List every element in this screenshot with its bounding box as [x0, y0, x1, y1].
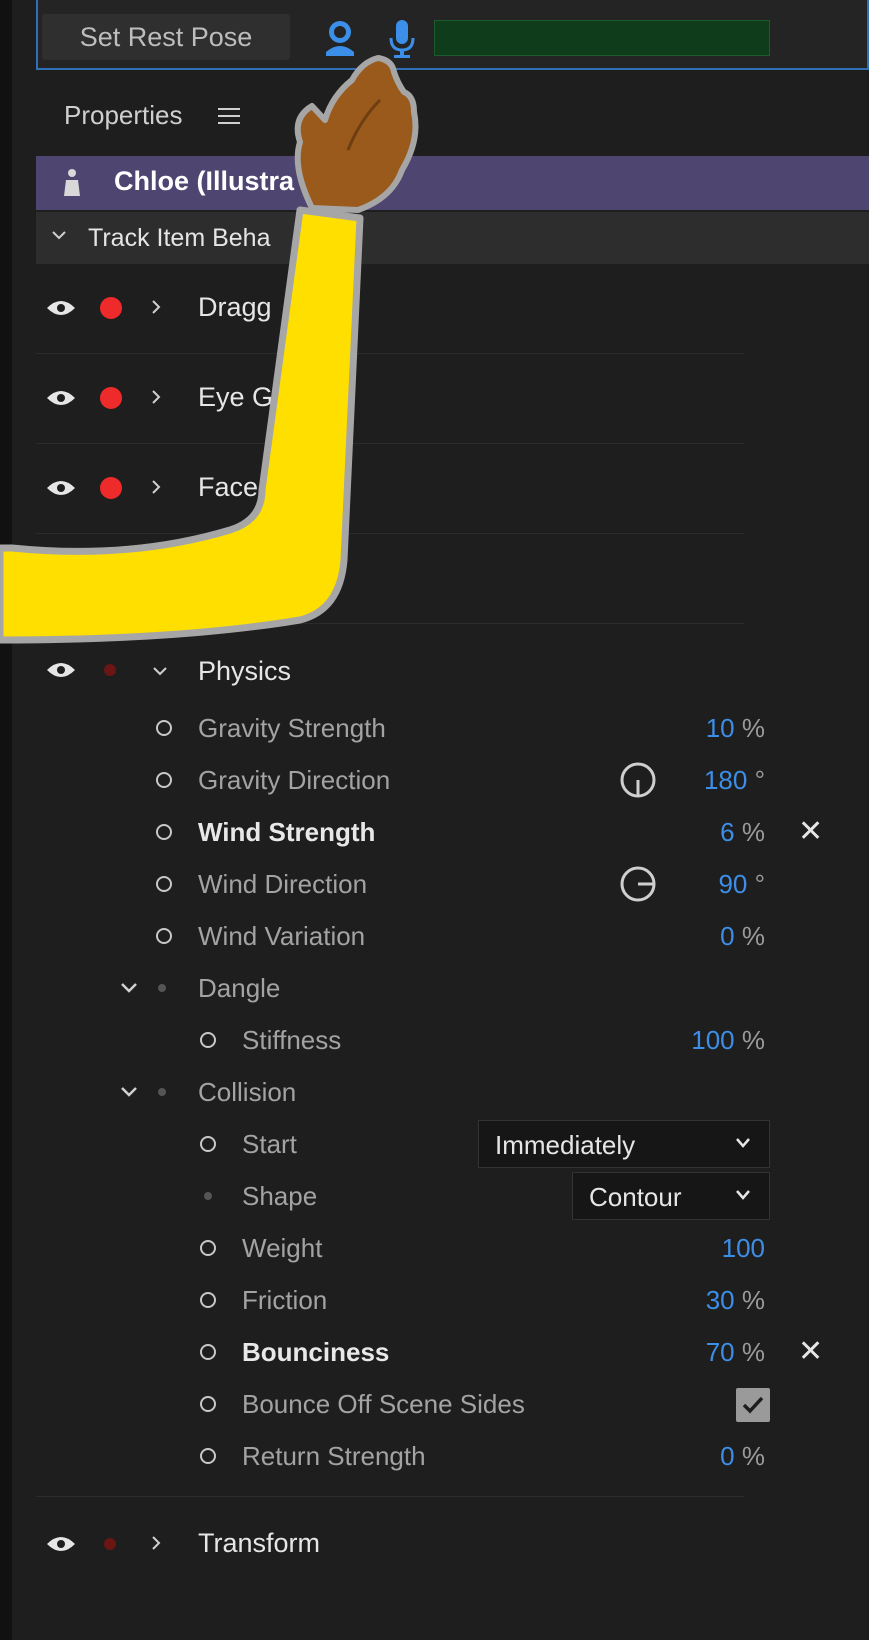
status-dot [158, 984, 166, 992]
keyframe-circle-icon[interactable] [156, 876, 172, 892]
microphone-icon[interactable] [388, 18, 416, 60]
record-dot-icon[interactable] [104, 1538, 116, 1550]
return-strength-label: Return Strength [242, 1441, 426, 1471]
chevron-right-icon[interactable] [148, 298, 164, 316]
shape-label: Shape [242, 1181, 318, 1211]
behavior-row-eye-gaze[interactable]: Eye G [36, 354, 744, 444]
checkmark-icon [742, 1396, 764, 1414]
puppet-name: Chloe (Illustra [114, 166, 295, 196]
wind-strength-label: Wind Strength [198, 817, 376, 847]
return-strength-value[interactable]: 0 % [720, 1441, 765, 1472]
record-dot-icon[interactable] [100, 297, 122, 319]
menu-icon[interactable] [218, 106, 240, 126]
status-dot [158, 1088, 166, 1096]
eye-icon[interactable] [46, 478, 76, 498]
wind-strength-value[interactable]: 6 % [720, 817, 765, 848]
behavior-label: Eye G [198, 382, 274, 412]
chevron-down-icon [736, 1138, 750, 1148]
dangle-group-label: Dangle [198, 973, 281, 1003]
wind-variation-value[interactable]: 0 % [720, 921, 765, 952]
friction-value[interactable]: 30 % [706, 1285, 765, 1316]
start-dropdown-value: Immediately [495, 1130, 636, 1160]
keyframe-circle-icon[interactable] [200, 1032, 216, 1048]
record-dot-icon[interactable] [100, 477, 122, 499]
shape-dropdown[interactable]: Contour [572, 1172, 770, 1220]
record-dot-icon[interactable] [100, 387, 122, 409]
chevron-right-icon[interactable] [148, 1534, 164, 1552]
wind-variation-label: Wind Variation [198, 921, 366, 951]
keyframe-circle-icon[interactable] [200, 1136, 216, 1152]
friction-label: Friction [242, 1285, 328, 1315]
behavior-row-face[interactable]: Face [36, 444, 744, 534]
behavior-row-lip-sync[interactable]: Sync [36, 534, 744, 624]
behavior-row-dragger[interactable]: Dragg [36, 264, 744, 354]
keyframe-circle-icon[interactable] [156, 824, 172, 840]
bounciness-value[interactable]: 70 % [706, 1337, 765, 1368]
status-dot [204, 1192, 212, 1200]
track-item-behaviors-header[interactable]: Track Item Beha [36, 212, 869, 264]
camera-icon[interactable] [322, 18, 358, 58]
eye-icon[interactable] [46, 1534, 76, 1554]
behavior-label: Transform [198, 1528, 321, 1558]
section-label: Track Item Beha [88, 224, 271, 252]
keyframe-circle-icon[interactable] [156, 928, 172, 944]
start-dropdown[interactable]: Immediately [478, 1120, 770, 1168]
keyframe-circle-icon[interactable] [200, 1240, 216, 1256]
close-icon[interactable]: ✕ [798, 1334, 823, 1369]
eye-icon[interactable] [46, 298, 76, 318]
behavior-label: Physics [198, 656, 292, 686]
puppet-icon [64, 169, 80, 196]
keyframe-circle-icon[interactable] [156, 720, 172, 736]
chevron-down-icon[interactable] [120, 980, 138, 996]
bounce-off-sides-checkbox[interactable] [736, 1388, 770, 1422]
keyframe-circle-icon[interactable] [200, 1448, 216, 1464]
gravity-direction-label: Gravity Direction [198, 765, 391, 795]
behavior-row-transform[interactable]: Transform [36, 1506, 744, 1586]
gravity-direction-value[interactable]: 180 ° [704, 765, 765, 796]
keyframe-circle-icon[interactable] [200, 1344, 216, 1360]
panel-title: Properties [64, 100, 183, 130]
puppet-row[interactable]: Chloe (Illustra [36, 156, 869, 210]
keyframe-circle-icon[interactable] [156, 772, 172, 788]
shape-dropdown-value: Contour [589, 1182, 682, 1212]
behavior-label: Face [198, 472, 259, 502]
dial-icon[interactable] [618, 864, 658, 904]
behavior-row-physics[interactable]: Physics [36, 626, 744, 702]
stiffness-value[interactable]: 100 % [691, 1025, 765, 1056]
stiffness-label: Stiffness [242, 1025, 342, 1055]
record-toolbar: Set Rest Pose [36, 0, 869, 70]
collision-group-label: Collision [198, 1077, 297, 1107]
gravity-strength-label: Gravity Strength [198, 713, 386, 743]
behavior-label: Dragg [198, 292, 272, 322]
bounce-off-sides-label: Bounce Off Scene Sides [242, 1389, 525, 1419]
chevron-right-icon[interactable] [148, 388, 164, 406]
chevron-right-icon[interactable] [148, 478, 164, 496]
wind-direction-label: Wind Direction [198, 869, 368, 899]
bounciness-label: Bounciness [242, 1337, 390, 1367]
start-label: Start [242, 1129, 297, 1159]
dial-icon[interactable] [618, 760, 658, 800]
gravity-strength-value[interactable]: 10 % [706, 713, 765, 744]
left-border [0, 0, 12, 1640]
weight-value[interactable]: 100 [722, 1233, 765, 1264]
wind-direction-value[interactable]: 90 ° [718, 869, 765, 900]
chevron-down-icon[interactable] [120, 1084, 138, 1100]
eye-icon[interactable] [46, 660, 76, 680]
behavior-label: Sync [264, 562, 325, 592]
record-dot-icon[interactable] [104, 664, 116, 676]
eye-icon[interactable] [46, 388, 76, 408]
divider [36, 1496, 744, 1497]
audio-level-meter [434, 20, 770, 56]
close-icon[interactable]: ✕ [798, 814, 823, 849]
chevron-down-icon [736, 1190, 750, 1200]
keyframe-circle-icon[interactable] [200, 1292, 216, 1308]
set-rest-pose-button[interactable]: Set Rest Pose [42, 14, 290, 60]
chevron-down-icon[interactable] [152, 662, 168, 680]
chevron-down-icon [52, 231, 66, 240]
keyframe-circle-icon[interactable] [200, 1396, 216, 1412]
weight-label: Weight [242, 1233, 323, 1263]
